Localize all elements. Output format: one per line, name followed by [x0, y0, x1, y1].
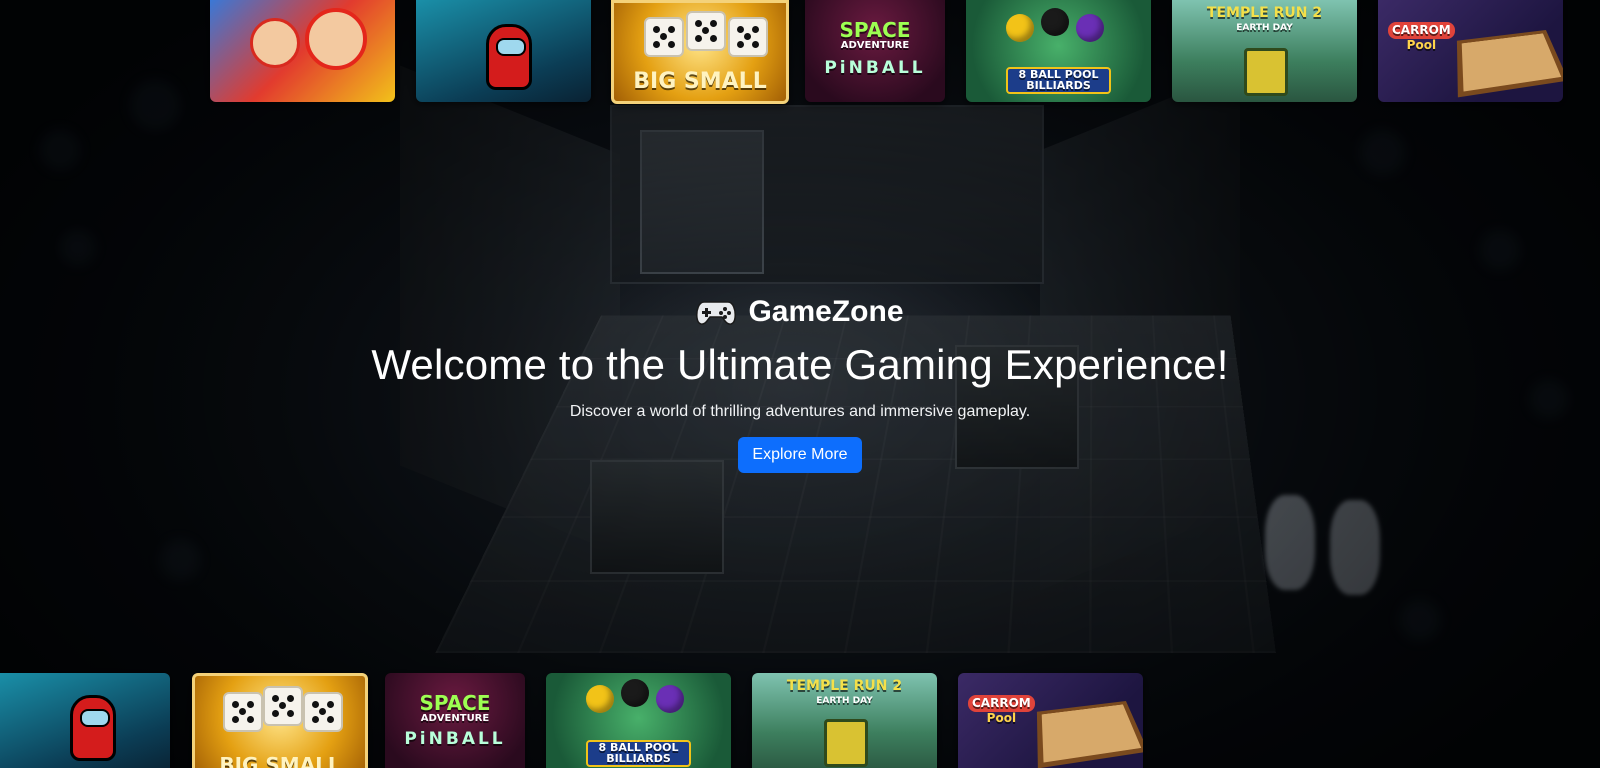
games-carousel-top: BIG SMALL SPACE ADVENTURE PiNBALL 8 BALL… — [0, 0, 1600, 110]
crewmate-visor — [80, 709, 110, 727]
dice-icon — [303, 692, 343, 732]
game-title: BIG SMALL — [219, 753, 341, 768]
game-title: TEMPLE RUN 2 — [1206, 5, 1323, 21]
brand-name: GameZone — [748, 295, 904, 328]
dice-icon — [263, 686, 303, 726]
crewmate-icon — [486, 24, 532, 90]
brand-title: GameZone — [696, 295, 904, 329]
dice-icon — [223, 692, 263, 732]
game-title: TEMPLE RUN 2 — [786, 678, 903, 694]
games-carousel-bottom: BIG SMALL SPACE ADVENTURE PiNBALL 8 BALL… — [0, 673, 1600, 768]
pool-ball-icon — [1041, 8, 1069, 36]
crewmate-icon — [70, 695, 116, 761]
pool-ball-icon — [656, 685, 684, 713]
mario-face-icon — [250, 18, 300, 68]
game-subtitle: EARTH DAY — [816, 696, 873, 706]
game-title-block: CARROM Pool — [1388, 22, 1455, 51]
carrom-board-icon — [1456, 29, 1563, 98]
game-subtitle: Pool — [986, 710, 1017, 725]
game-title-block: SPACE ADVENTURE PiNBALL — [385, 693, 525, 748]
game-subtitle: PiNBALL — [824, 57, 926, 78]
game-tile-big-small[interactable]: BIG SMALL — [611, 0, 789, 104]
hero: GameZone Welcome to the Ultimate Gaming … — [0, 295, 1600, 473]
carrom-board-icon — [1036, 700, 1143, 768]
game-tile-carrom[interactable]: CARROM Pool — [958, 673, 1143, 768]
game-title: SPACE — [839, 18, 911, 42]
game-title-box: 8 BALL POOL BILLIARDS — [586, 739, 691, 767]
game-subtitle: BILLIARDS — [606, 752, 671, 766]
game-tile-8-ball-pool[interactable]: 8 BALL POOL BILLIARDS — [966, 0, 1151, 102]
hero-subtitle: Discover a world of thrilling adventures… — [569, 403, 1031, 420]
game-title: SPACE — [419, 691, 491, 715]
pool-ball-icon — [621, 679, 649, 707]
game-subtitle: EARTH DAY — [1236, 23, 1293, 33]
game-tile-big-small[interactable]: BIG SMALL — [192, 673, 368, 768]
dice-icon — [686, 11, 726, 51]
pool-ball-icon — [586, 685, 614, 713]
game-subtitle: PiNBALL — [404, 728, 506, 749]
pool-ball-icon — [1006, 14, 1034, 42]
pool-ball-icon — [1076, 14, 1104, 42]
explore-more-button[interactable]: Explore More — [738, 437, 862, 473]
game-title: BIG SMALL — [633, 68, 767, 94]
game-tile-8-ball-pool[interactable]: 8 BALL POOL BILLIARDS — [546, 673, 731, 768]
game-subtitle: ADVENTURE — [420, 713, 490, 724]
game-subtitle: ADVENTURE — [840, 40, 910, 51]
dice-icon — [644, 17, 684, 57]
game-title-block: CARROM Pool — [968, 695, 1035, 724]
crewmate-visor — [496, 38, 526, 56]
game-tile-space-pinball[interactable]: SPACE ADVENTURE PiNBALL — [805, 0, 945, 102]
game-title: CARROM — [1388, 22, 1455, 39]
temple-idol-icon — [824, 719, 868, 767]
game-tile-temple-run[interactable]: TEMPLE RUN 2 EARTH DAY — [1172, 0, 1357, 102]
game-title: CARROM — [968, 695, 1035, 712]
game-subtitle: BILLIARDS — [1026, 79, 1091, 93]
game-title-box: 8 BALL POOL BILLIARDS — [1006, 66, 1111, 94]
game-tile-carrom[interactable]: CARROM Pool — [1378, 0, 1563, 102]
gamepad-icon — [696, 301, 737, 325]
game-subtitle: Pool — [1406, 37, 1437, 52]
mario-face-icon — [305, 8, 367, 70]
temple-idol-icon — [1244, 48, 1288, 96]
game-tile-among-us[interactable] — [416, 0, 591, 102]
dice-icon — [728, 17, 768, 57]
hero-background: BIG SMALL SPACE ADVENTURE PiNBALL 8 BALL… — [0, 0, 1600, 768]
game-tile-mario[interactable] — [210, 0, 395, 102]
game-tile-among-us[interactable] — [0, 673, 170, 768]
game-tile-space-pinball[interactable]: SPACE ADVENTURE PiNBALL — [385, 673, 525, 768]
game-title-block: SPACE ADVENTURE PiNBALL — [805, 20, 945, 77]
hero-headline: Welcome to the Ultimate Gaming Experienc… — [371, 341, 1229, 388]
game-tile-temple-run[interactable]: TEMPLE RUN 2 EARTH DAY — [752, 673, 937, 768]
